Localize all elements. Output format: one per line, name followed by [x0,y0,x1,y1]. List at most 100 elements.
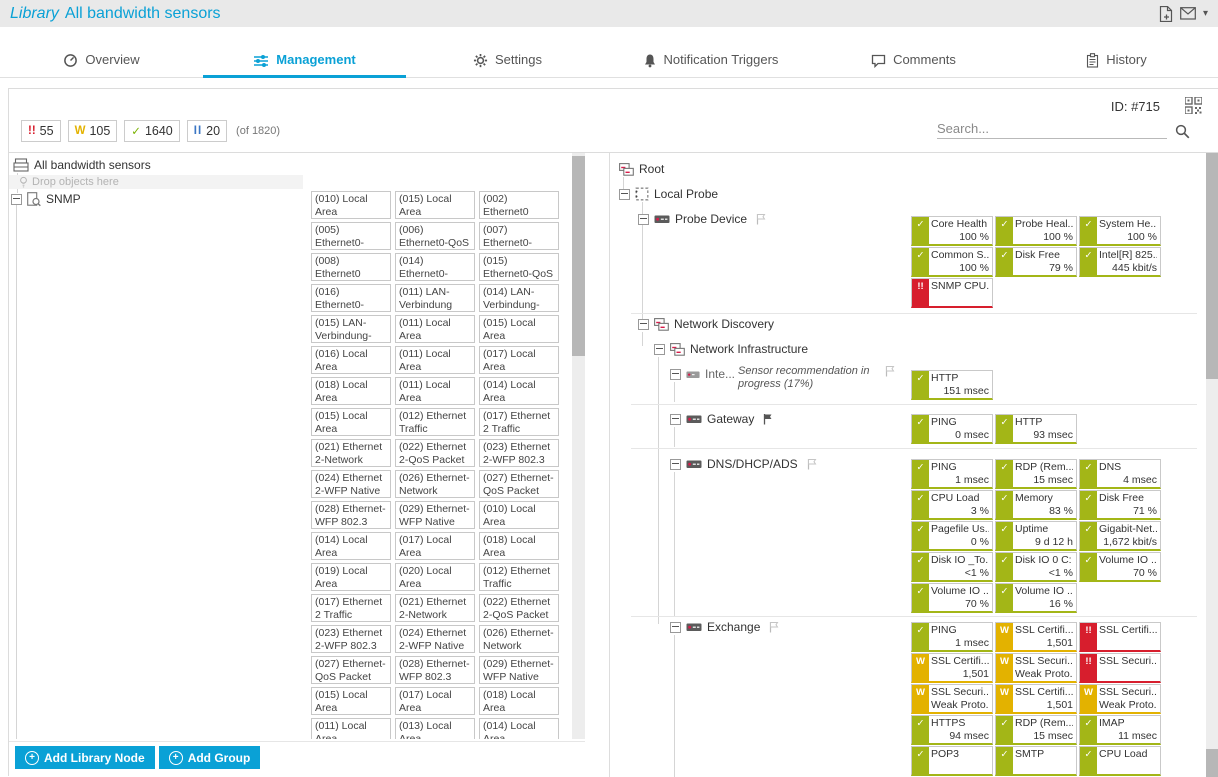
library-sensor-tile[interactable]: (012) Ethernet Traffic [479,563,559,591]
right-scrollbar-thumb[interactable] [1206,153,1218,379]
search-icon[interactable] [1175,124,1190,139]
add-report-icon[interactable] [1159,6,1173,22]
library-sensor-tile[interactable]: (018) Local Area [479,687,559,715]
library-sensor-tile[interactable]: (016) Local Area [311,346,391,374]
sensor-tile[interactable]: ✓CPU Load3 % [911,490,993,520]
library-sensor-tile[interactable]: (012) Ethernet Traffic [395,408,475,436]
library-sensor-tile[interactable]: (024) Ethernet 2-WFP Native [395,625,475,653]
sensor-tile[interactable]: ✓Intel[R] 825...445 kbit/s [1079,247,1161,277]
collapse-toggle[interactable] [11,194,22,205]
library-sensor-tile[interactable]: (018) Local Area [311,377,391,405]
sensor-tile[interactable]: ✓DNS4 msec [1079,459,1161,489]
group-row-network-discovery[interactable]: Network Discovery [638,316,774,332]
library-root-node[interactable]: All bandwidth sensors [13,157,151,173]
flag-icon[interactable] [884,365,896,377]
library-sensor-tile[interactable]: (016) Ethernet0-WFP 802.3 [311,284,391,312]
sensor-tile[interactable]: WSSL Certifi...1,501 [995,622,1077,652]
right-scrollbar-end[interactable] [1206,749,1218,777]
library-sensor-tile[interactable]: (015) Local Area [395,191,475,219]
qr-code-icon[interactable] [1185,97,1202,114]
library-sensor-tile[interactable]: (028) Ethernet-WFP 802.3 [311,501,391,529]
sensor-tile[interactable]: ✓PING1 msec [911,622,993,652]
library-sensor-tile[interactable]: (010) Local Area [479,501,559,529]
library-sensor-tile[interactable]: (024) Ethernet 2-WFP Native [311,470,391,498]
collapse-toggle[interactable] [670,369,681,380]
library-sensor-tile[interactable]: (022) Ethernet 2-QoS Packet [479,594,559,622]
sensor-tile[interactable]: !!SSL Certifi... [1079,622,1161,652]
library-sensor-tile[interactable]: (011) LAN-Verbindung [395,284,475,312]
sensor-tile[interactable]: ✓System He...100 % [1079,216,1161,246]
library-sensor-tile[interactable]: (017) Ethernet 2 Traffic [479,408,559,436]
tab-comments[interactable]: Comments [812,27,1015,77]
library-sensor-tile[interactable]: (015) Ethernet0-QoS Packet [479,253,559,281]
right-scrollbar[interactable] [1206,153,1218,777]
library-sensor-tile[interactable]: (019) Local Area [311,563,391,591]
library-sensor-tile[interactable]: (028) Ethernet-WFP 802.3 [395,656,475,684]
tab-history[interactable]: History [1015,27,1218,77]
library-sensor-tile[interactable]: (021) Ethernet 2-Network [395,594,475,622]
flag-filled-icon[interactable] [762,413,774,425]
tab-notification-triggers[interactable]: Notification Triggers [609,27,812,77]
sensor-tile[interactable]: ✓Common S...100 % [911,247,993,277]
library-sensor-tile[interactable]: (027) Ethernet-QoS Packet [311,656,391,684]
library-sensor-tile[interactable]: (002) Ethernet0 Traffic [479,191,559,219]
sensor-tile[interactable]: ✓PING1 msec [911,459,993,489]
library-sensor-tile[interactable]: (006) Ethernet0-QoS Packet [395,222,475,250]
sensor-tile[interactable]: ✓Core Health100 % [911,216,993,246]
library-sensor-tile[interactable]: (011) Local Area [395,315,475,343]
library-sensor-tile[interactable]: (014) Local Area [479,718,559,739]
status-badge-warning[interactable]: W105 [68,120,118,142]
sensor-tile[interactable]: ✓Gigabit-Net...1,672 kbit/s [1079,521,1161,551]
library-sensor-tile[interactable]: (017) Local Area [479,346,559,374]
sensor-tile[interactable]: ✓Pagefile Us...0 % [911,521,993,551]
sensor-tile[interactable]: ✓Disk Free71 % [1079,490,1161,520]
library-sensor-tile[interactable]: (029) Ethernet-WFP Native [479,656,559,684]
sensor-tile[interactable]: ✓Uptime9 d 12 h [995,521,1077,551]
device-tree-root[interactable]: Root [619,161,664,177]
device-row-internet[interactable]: Inte... [670,366,735,382]
status-badge-paused[interactable]: II20 [187,120,227,142]
library-sensor-tile[interactable]: (020) Local Area [395,563,475,591]
sensor-tile[interactable]: ✓Probe Heal...100 % [995,216,1077,246]
sensor-tile[interactable]: WSSL Securi...Weak Proto... [1079,684,1161,714]
sensor-tile[interactable]: ✓RDP (Rem...15 msec [995,459,1077,489]
library-sensor-tile[interactable]: (018) Local Area [479,532,559,560]
tab-settings[interactable]: Settings [406,27,609,77]
status-badge-ok[interactable]: ✓1640 [124,120,179,142]
collapse-toggle[interactable] [654,344,665,355]
sensor-tile[interactable]: ✓HTTPS94 msec [911,715,993,745]
sensor-tile[interactable]: WSSL Certifi...1,501 [995,684,1077,714]
sensor-tile[interactable]: ✓Volume IO ...70 % [1079,552,1161,582]
search-input[interactable] [937,119,1167,139]
sensor-tile[interactable]: ✓Disk IO 0 C:<1 % [995,552,1077,582]
collapse-toggle[interactable] [619,189,630,200]
sensor-tile[interactable]: WSSL Certifi...1,501 [911,653,993,683]
flag-icon[interactable] [768,621,780,633]
library-sensor-tile[interactable]: (029) Ethernet-WFP Native [395,501,475,529]
device-tree-local-probe[interactable]: Local Probe [619,186,718,202]
flag-icon[interactable] [806,458,818,470]
device-row-exchange[interactable]: Exchange [670,619,780,635]
left-scrollbar[interactable] [572,153,585,739]
add-group-button[interactable]: +Add Group [159,746,261,769]
library-node-snmp[interactable]: SNMP [11,191,81,207]
status-badge-down[interactable]: !!55 [21,120,61,142]
email-icon[interactable] [1180,7,1196,20]
sensor-tile[interactable]: ✓SMTP [995,746,1077,776]
library-sensor-tile[interactable]: (005) Ethernet0-WFP Native [311,222,391,250]
library-sensor-tile[interactable]: (021) Ethernet 2-Network [311,439,391,467]
sensor-tile[interactable]: !!SNMP CPU... [911,278,993,308]
library-sensor-tile[interactable]: (017) Ethernet 2 Traffic [311,594,391,622]
library-sensor-tile[interactable]: (027) Ethernet-QoS Packet [479,470,559,498]
library-sensor-tile[interactable]: (013) Local Area [395,718,475,739]
library-sensor-tile[interactable]: (023) Ethernet 2-WFP 802.3 [311,625,391,653]
library-sensor-tile[interactable]: (017) Local Area [395,687,475,715]
sensor-tile[interactable]: ✓Disk Free79 % [995,247,1077,277]
library-sensor-tile[interactable]: (008) Ethernet0 Traffic [311,253,391,281]
library-sensor-tile[interactable]: (015) Local Area [311,408,391,436]
sensor-tile[interactable]: ✓IMAP11 msec [1079,715,1161,745]
library-sensor-tile[interactable]: (026) Ethernet-Network [395,470,475,498]
sensor-tile[interactable]: ✓PING0 msec [911,414,993,444]
chevron-down-icon[interactable]: ▾ [1203,8,1208,19]
library-sensor-tile[interactable]: (007) Ethernet0-WFP 802.3 [479,222,559,250]
